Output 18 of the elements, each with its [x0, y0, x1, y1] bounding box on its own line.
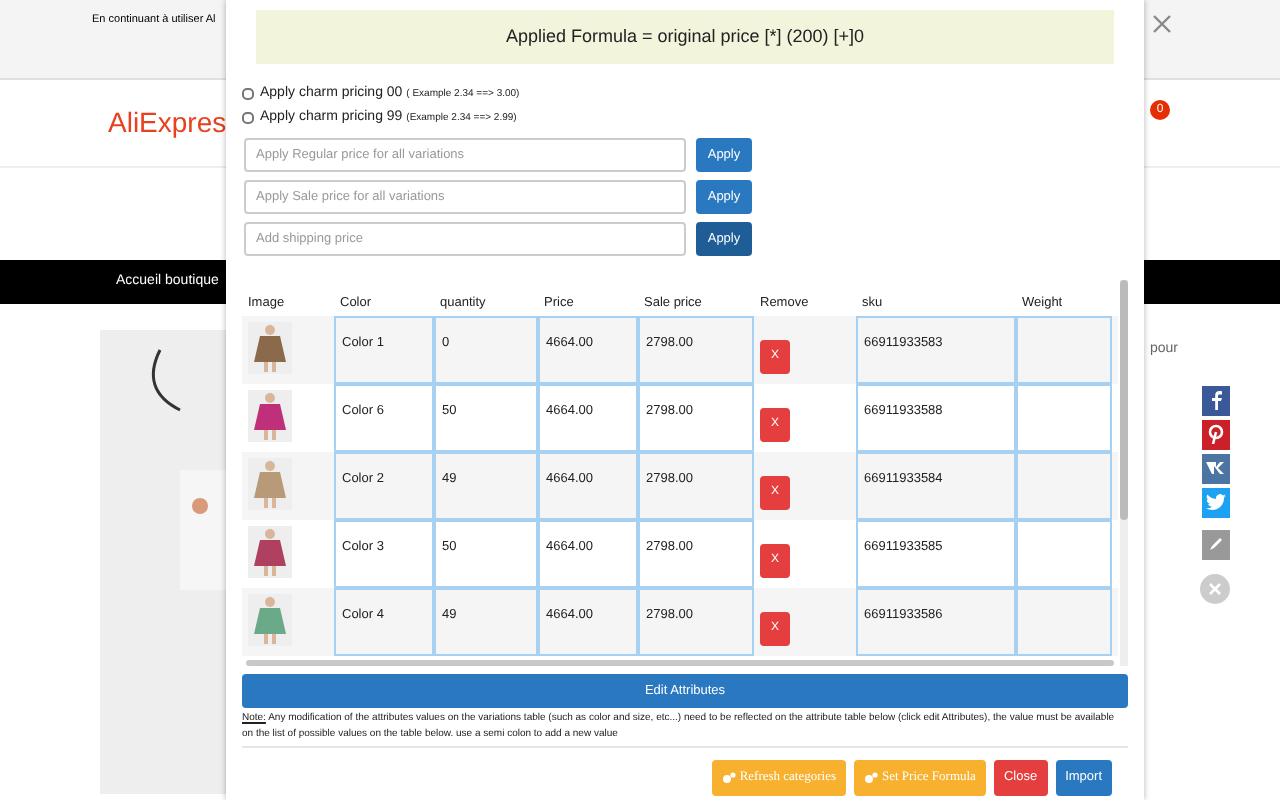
gears-icon — [721, 772, 736, 784]
logo: AliExpres — [108, 104, 227, 142]
facebook-icon[interactable] — [1201, 385, 1229, 415]
checkbox[interactable] — [242, 111, 254, 124]
pencil-icon[interactable] — [1201, 529, 1229, 559]
twitter-icon[interactable] — [1201, 487, 1229, 517]
gears-icon — [864, 772, 878, 784]
table-cell[interactable] — [1016, 316, 1112, 384]
checkbox[interactable] — [242, 88, 254, 101]
vk-icon[interactable] — [1201, 453, 1229, 483]
formula-banner: Applied Formula = original price [*] (200) [+]0 — [256, 10, 1114, 64]
pinterest-icon[interactable] — [1201, 419, 1229, 449]
table-cell[interactable] — [1016, 452, 1112, 520]
close-icon[interactable] — [1200, 573, 1230, 603]
table-cell[interactable] — [1016, 588, 1112, 656]
close-icon[interactable] — [1152, 14, 1172, 34]
table-cell[interactable] — [1016, 384, 1112, 452]
table-cell[interactable] — [1016, 520, 1112, 588]
